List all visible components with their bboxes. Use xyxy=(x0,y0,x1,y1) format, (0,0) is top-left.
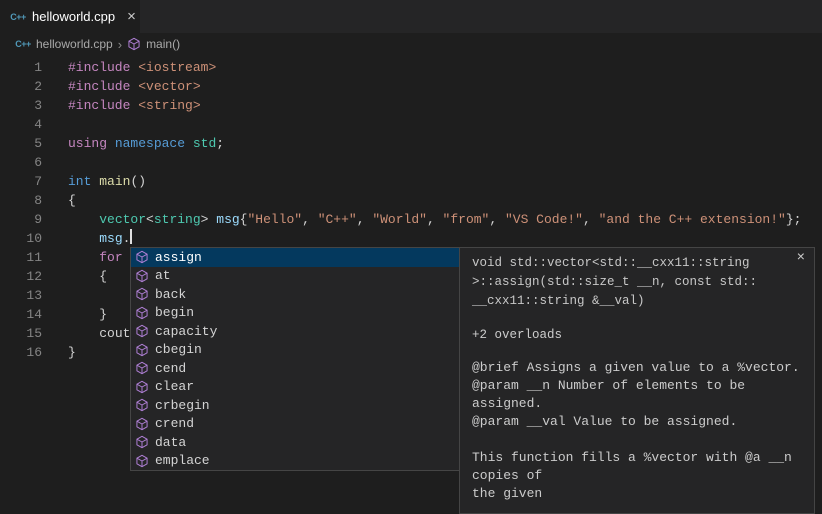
code-line[interactable]: 5 using namespace std; xyxy=(0,134,822,153)
chevron-right-icon: › xyxy=(118,37,122,52)
suggestion-label: assign xyxy=(155,250,202,265)
suggestion-begin[interactable]: begin xyxy=(131,304,459,323)
line-content: } xyxy=(68,343,76,362)
line-number: 13 xyxy=(0,286,42,305)
line-content: } xyxy=(68,305,107,324)
code-line[interactable]: 8{ xyxy=(0,191,822,210)
code-line[interactable]: 7 int main() xyxy=(0,172,822,191)
suggestion-label: at xyxy=(155,268,171,283)
tab-helloworld-cpp[interactable]: C++ helloworld.cpp × xyxy=(0,0,140,33)
line-number: 10 xyxy=(0,229,42,248)
suggestion-emplace[interactable]: emplace xyxy=(131,452,459,471)
code-line[interactable]: 6 xyxy=(0,153,822,172)
suggestion-label: clear xyxy=(155,379,194,394)
line-content: msg. xyxy=(68,229,132,248)
suggestion-at[interactable]: at xyxy=(131,267,459,286)
suggestion-label: crbegin xyxy=(155,398,210,413)
suggestion-label: data xyxy=(155,435,186,450)
suggestion-back[interactable]: back xyxy=(131,285,459,304)
suggestion-capacity[interactable]: capacity xyxy=(131,322,459,341)
method-icon xyxy=(135,435,149,449)
line-number: 4 xyxy=(0,115,42,134)
method-icon xyxy=(135,343,149,357)
code-line[interactable]: 4 xyxy=(0,115,822,134)
cpp-file-icon: C++ xyxy=(15,39,31,49)
code-line[interactable]: 9 vector<string> msg{"Hello", "C++", "Wo… xyxy=(0,210,822,229)
close-icon[interactable]: × xyxy=(797,251,805,265)
line-content: for xyxy=(68,248,123,267)
line-number: 6 xyxy=(0,153,42,172)
docs-signature: void std::vector<std::__cxx11::string >:… xyxy=(472,254,804,311)
line-content: { xyxy=(68,267,107,286)
code-line[interactable]: 2 #include <vector> xyxy=(0,77,822,96)
line-number: 1 xyxy=(0,58,42,77)
method-icon xyxy=(135,324,149,338)
line-number: 5 xyxy=(0,134,42,153)
method-icon xyxy=(135,380,149,394)
line-number: 15 xyxy=(0,324,42,343)
suggestion-label: capacity xyxy=(155,324,217,339)
breadcrumb-symbol[interactable]: main() xyxy=(146,37,180,51)
code-line[interactable]: 10 msg. xyxy=(0,229,822,248)
method-icon xyxy=(135,454,149,468)
line-number: 16 xyxy=(0,343,42,362)
suggest-widget: assign at back begin capacity cbegin cend clear… xyxy=(130,247,815,514)
suggestion-label: crend xyxy=(155,416,194,431)
code-editor[interactable]: 1 #include <iostream> 2 #include <vector> 3 #… xyxy=(0,55,822,497)
suggestion-cend[interactable]: cend xyxy=(131,359,459,378)
suggest-list: assign at back begin capacity cbegin cend clear… xyxy=(130,247,460,471)
docs-overloads[interactable]: +2 overloads xyxy=(472,328,804,342)
method-icon xyxy=(135,250,149,264)
suggest-docs-panel: × void std::vector<std::__cxx11::string … xyxy=(459,247,815,514)
line-number: 3 xyxy=(0,96,42,115)
breadcrumb-file[interactable]: helloworld.cpp xyxy=(36,37,113,51)
line-number: 14 xyxy=(0,305,42,324)
method-icon xyxy=(135,398,149,412)
line-content: using namespace std; xyxy=(68,134,224,153)
method-icon xyxy=(135,269,149,283)
tab-label: helloworld.cpp xyxy=(32,9,115,24)
line-number: 8 xyxy=(0,191,42,210)
line-content: vector<string> msg{"Hello", "C++", "Worl… xyxy=(68,210,801,229)
suggestion-label: cend xyxy=(155,361,186,376)
method-icon xyxy=(135,361,149,375)
tab-bar: C++ helloworld.cpp × xyxy=(0,0,822,33)
docs-description: @brief Assigns a given value to a %vecto… xyxy=(472,359,804,503)
suggestion-assign[interactable]: assign xyxy=(131,248,459,267)
code-line[interactable]: 3 #include <string> xyxy=(0,96,822,115)
line-content: cout xyxy=(68,324,130,343)
suggestion-crend[interactable]: crend xyxy=(131,415,459,434)
method-icon xyxy=(135,417,149,431)
line-content: #include <vector> xyxy=(68,77,201,96)
suggestion-data[interactable]: data xyxy=(131,433,459,452)
method-icon xyxy=(135,287,149,301)
suggestion-label: back xyxy=(155,287,186,302)
breadcrumb: C++ helloworld.cpp › main() xyxy=(0,33,822,55)
line-content: #include <string> xyxy=(68,96,201,115)
line-content: { xyxy=(68,191,76,210)
method-icon xyxy=(135,306,149,320)
suggestion-clear[interactable]: clear xyxy=(131,378,459,397)
method-icon xyxy=(127,37,141,51)
line-number: 11 xyxy=(0,248,42,267)
line-number: 9 xyxy=(0,210,42,229)
cpp-file-icon: C++ xyxy=(10,12,26,22)
text-cursor xyxy=(130,229,132,244)
suggestion-label: begin xyxy=(155,305,194,320)
suggestion-label: emplace xyxy=(155,453,210,468)
line-number: 2 xyxy=(0,77,42,96)
suggestion-crbegin[interactable]: crbegin xyxy=(131,396,459,415)
suggestion-cbegin[interactable]: cbegin xyxy=(131,341,459,360)
tab-close-icon[interactable]: × xyxy=(127,9,136,24)
suggestion-label: cbegin xyxy=(155,342,202,357)
code-line[interactable]: 1 #include <iostream> xyxy=(0,58,822,77)
line-content: int main() xyxy=(68,172,146,191)
line-number: 12 xyxy=(0,267,42,286)
vscode-window: C++ helloworld.cpp × C++ helloworld.cpp … xyxy=(0,0,822,497)
line-content: #include <iostream> xyxy=(68,58,216,77)
line-number: 7 xyxy=(0,172,42,191)
